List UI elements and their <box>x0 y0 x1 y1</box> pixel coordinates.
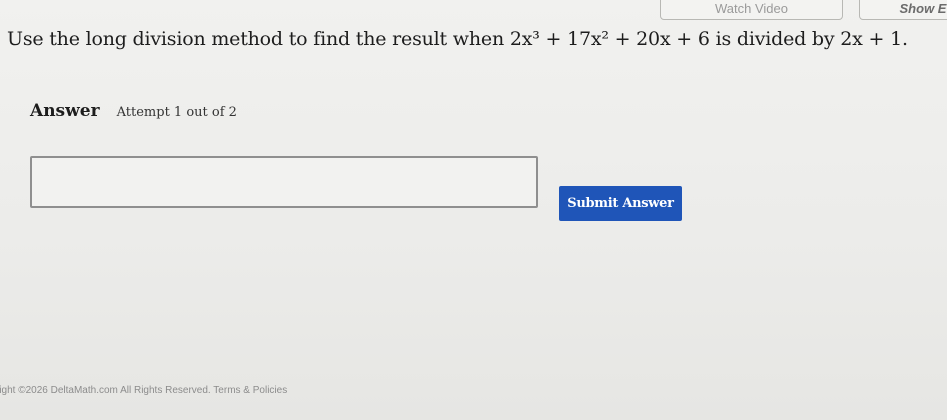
divisor-expression: 2x + 1. <box>840 28 908 50</box>
answer-heading: Answer <box>30 101 100 121</box>
dividend-expression: 2x³ + 17x² + 20x + 6 <box>509 28 710 50</box>
footer-copyright: right ©2026 DeltaMath.com All Rights Res… <box>0 385 211 396</box>
terms-link[interactable]: Terms & Policies <box>213 385 287 396</box>
show-example-button[interactable]: Show E <box>859 0 947 20</box>
page: Watch Video Show E Use the long division… <box>0 0 947 420</box>
question-text: Use the long division method to find the… <box>7 28 908 50</box>
answer-header: Answer Attempt 1 out of 2 <box>30 101 237 121</box>
attempt-counter: Attempt 1 out of 2 <box>116 105 237 120</box>
watch-video-button[interactable]: Watch Video <box>660 0 843 20</box>
question-middle: is divided by <box>715 28 835 50</box>
question-prefix: Use the long division method to find the… <box>7 28 504 50</box>
submit-answer-button[interactable]: Submit Answer <box>559 186 682 221</box>
footer: right ©2026 DeltaMath.com All Rights Res… <box>0 385 287 396</box>
answer-input[interactable] <box>30 156 538 208</box>
